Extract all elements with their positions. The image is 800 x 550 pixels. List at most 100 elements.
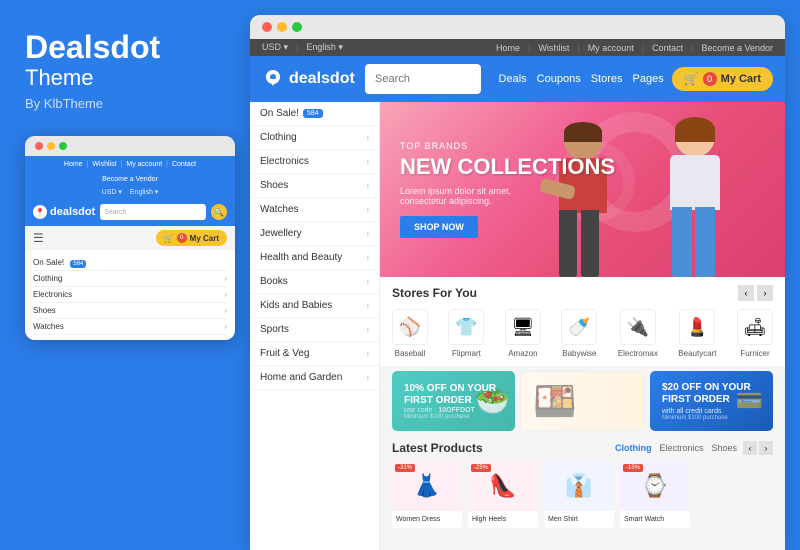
mini-search-bar[interactable]: Search (100, 204, 206, 220)
nav-coupons[interactable]: Coupons (537, 73, 581, 85)
mini-settings-row: USD ▾ English ▾ (25, 186, 235, 198)
sidebar-chevron-icon-4: › (366, 205, 369, 214)
sidebar-item-clothing[interactable]: Clothing › (250, 126, 379, 150)
sidebar-item-home-garden[interactable]: Home and Garden › (250, 366, 379, 390)
util-home-link[interactable]: Home (496, 43, 520, 53)
util-currency[interactable]: USD ▾ (262, 42, 288, 53)
product-card-4[interactable]: ⌚ -15% Smart Watch (620, 461, 690, 528)
mini-onsale-badge: 584 (70, 260, 86, 268)
nav-pages[interactable]: Pages (633, 73, 664, 85)
store-item-amazon[interactable]: 🖥 Amazon (505, 309, 541, 358)
hero-shop-now-button[interactable]: SHOP NOW (400, 216, 478, 238)
mini-menu-watches-label: Watches (33, 322, 64, 331)
product-3-info: Men Shirt (544, 511, 614, 528)
promo-3-text: $20 OFF ON YOURFIRST ORDER with all cred… (662, 382, 751, 421)
nav-stores[interactable]: Stores (591, 73, 623, 85)
brand-subtitle: Theme (25, 65, 93, 91)
store-flipmart-label: Flipmart (452, 349, 481, 358)
product-card-2[interactable]: 👠 -25% High Heels (468, 461, 538, 528)
top-utility-bar: USD ▾ | English ▾ Home | Wishlist | My a… (250, 39, 785, 56)
site-search-bar[interactable]: 🔍 (365, 64, 481, 94)
mini-menu-watches[interactable]: Watches › (33, 319, 227, 335)
util-wishlist-link[interactable]: Wishlist (538, 43, 569, 53)
promo-banner-2[interactable]: 🍱 (520, 371, 645, 431)
latest-products-section: Latest Products Clothing Electronics Sho… (380, 436, 785, 536)
mini-cart-label: My Cart (190, 234, 219, 243)
sidebar-item-fruit[interactable]: Fruit & Veg › (250, 342, 379, 366)
product-4-info: Smart Watch (620, 511, 690, 528)
store-amazon-icon: 🖥 (505, 309, 541, 345)
mini-nav-contact: Contact (172, 161, 196, 168)
latest-navigation: ‹ › (743, 441, 773, 455)
store-item-baseball[interactable]: ⚾ Baseball (392, 309, 428, 358)
sidebar-electronics-label: Electronics (260, 156, 309, 167)
mini-menu-clothing[interactable]: Clothing › (33, 271, 227, 287)
stores-prev-button[interactable]: ‹ (738, 285, 754, 301)
mini-language: English ▾ (130, 188, 158, 196)
hero-title: NEW COLLECTIONS (400, 155, 615, 179)
search-input[interactable] (365, 73, 481, 85)
mini-logo: 📍 dealsdot (33, 205, 95, 219)
product-1-discount: -31% (395, 464, 415, 472)
nav-deals[interactable]: Deals (499, 73, 527, 85)
store-item-flipmart[interactable]: 👕 Flipmart (448, 309, 484, 358)
promo-banner-1[interactable]: 10% OFF ON YOURFIRST ORDER use code : 10… (392, 371, 515, 431)
store-baseball-label: Baseball (395, 349, 426, 358)
util-vendor-link[interactable]: Become a Vendor (701, 43, 773, 53)
store-item-electromax[interactable]: 🔌 Electromax (618, 309, 658, 358)
store-item-babywise[interactable]: 🍼 Babywise (561, 309, 597, 358)
sidebar-item-electronics[interactable]: Electronics › (250, 150, 379, 174)
mini-search-button[interactable]: 🔍 (211, 204, 227, 220)
sidebar-item-jewellery[interactable]: Jewellery › (250, 222, 379, 246)
latest-next-button[interactable]: › (759, 441, 773, 455)
promo-3-min: Minimum $100 purchase (662, 415, 751, 421)
main-dot-yellow (277, 22, 287, 32)
mini-dot-green (59, 142, 67, 150)
tab-shoes[interactable]: Shoes (711, 443, 737, 453)
cart-button[interactable]: 🛒 0 My Cart (672, 67, 773, 91)
store-item-furnicer[interactable]: 🛋 Furnicer (737, 309, 773, 358)
mini-menu-onsale[interactable]: On Sale! 584 (33, 255, 227, 271)
stores-next-button[interactable]: › (757, 285, 773, 301)
sidebar-jewellery-label: Jewellery (260, 228, 302, 239)
sidebar-item-sports[interactable]: Sports › (250, 318, 379, 342)
product-3-name: Men Shirt (548, 515, 610, 524)
store-item-beautycart[interactable]: 💄 Beautycart (678, 309, 716, 358)
sidebar-health-label: Health and Beauty (260, 252, 342, 263)
stores-section: Stores For You ‹ › ⚾ Baseball 👕 Flipmart (380, 277, 785, 366)
brand-by: By KlbTheme (25, 96, 103, 111)
sidebar-item-books[interactable]: Books › (250, 270, 379, 294)
promo-1-code: use code : 10OFFDOT (404, 407, 496, 414)
sidebar-chevron-icon-5: › (366, 229, 369, 238)
sidebar-item-kids[interactable]: Kids and Babies › (250, 294, 379, 318)
sidebar-item-onsale[interactable]: On Sale! 584 (250, 102, 379, 126)
sidebar-item-shoes[interactable]: Shoes › (250, 174, 379, 198)
sidebar-chevron-icon-10: › (366, 349, 369, 358)
util-contact-link[interactable]: Contact (652, 43, 683, 53)
sidebar-onsale-label: On Sale! 584 (260, 108, 323, 119)
product-card-1[interactable]: 👗 -31% Women Dress (392, 461, 462, 528)
mini-cart-button[interactable]: 🛒 0 My Cart (156, 230, 227, 246)
tab-clothing[interactable]: Clothing (615, 443, 652, 453)
product-card-3[interactable]: 👔 Men Shirt (544, 461, 614, 528)
stores-grid: ⚾ Baseball 👕 Flipmart 🖥 Amazon 🍼 Babywis… (392, 309, 773, 358)
tab-electronics[interactable]: Electronics (659, 443, 703, 453)
mini-nav-vendor: Become a Vendor (102, 176, 158, 183)
sidebar-chevron-icon-8: › (366, 301, 369, 310)
mini-nav-wishlist: Wishlist (92, 161, 116, 168)
mini-menu-electronics[interactable]: Electronics › (33, 287, 227, 303)
promo-1-min: Minimum $100 purchase (404, 414, 496, 420)
mini-logo-icon: 📍 (33, 205, 47, 219)
util-language[interactable]: English ▾ (306, 42, 343, 53)
logo-pin-icon (262, 68, 284, 90)
mini-menu-shoes[interactable]: Shoes › (33, 303, 227, 319)
sidebar-item-watches[interactable]: Watches › (250, 198, 379, 222)
sidebar-item-health[interactable]: Health and Beauty › (250, 246, 379, 270)
latest-prev-button[interactable]: ‹ (743, 441, 757, 455)
mini-cart-count: 0 (177, 233, 187, 243)
util-account-link[interactable]: My account (588, 43, 634, 53)
main-dot-green (292, 22, 302, 32)
mini-cart-icon: 🛒 (164, 234, 174, 243)
promo-banner-3[interactable]: $20 OFF ON YOURFIRST ORDER with all cred… (650, 371, 773, 431)
product-4-name: Smart Watch (624, 515, 686, 524)
